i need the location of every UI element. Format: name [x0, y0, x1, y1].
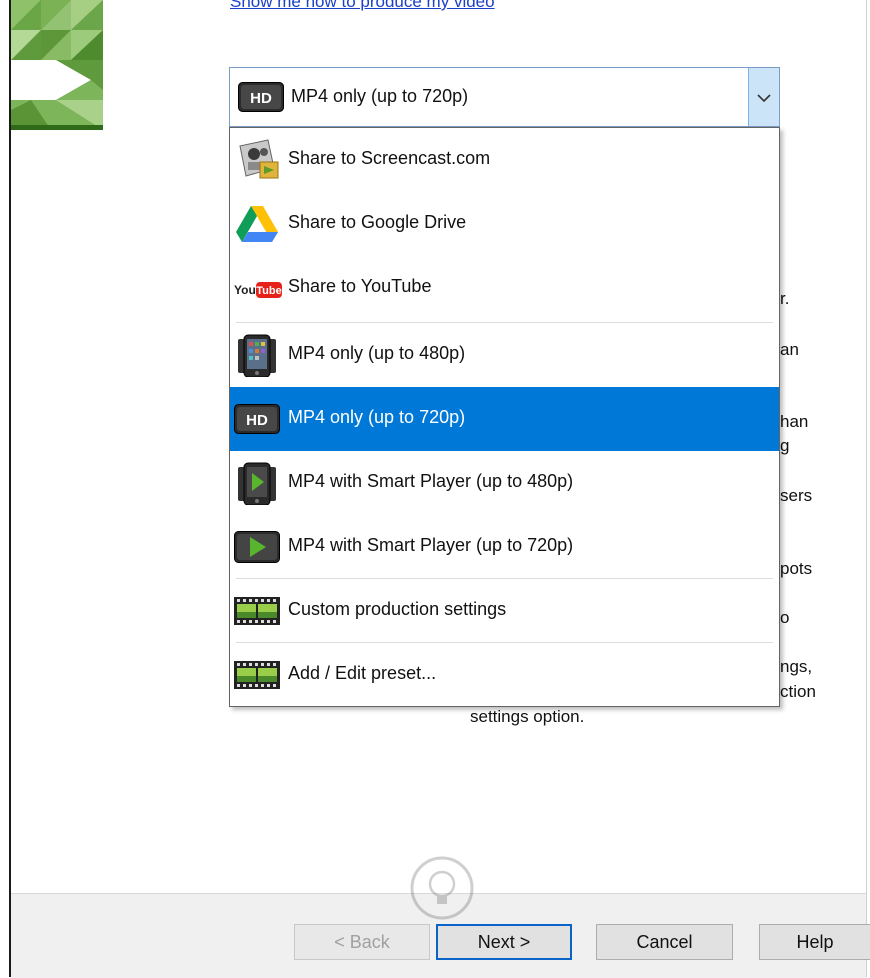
- preset-option-label: MP4 with Smart Player (up to 480p): [288, 471, 574, 491]
- next-button[interactable]: Next >: [436, 924, 572, 960]
- background-text: an: [780, 340, 799, 359]
- google-drive-icon: [234, 202, 280, 246]
- background-text: o: [780, 608, 790, 627]
- preset-option-smart-player-480p[interactable]: MP4 with Smart Player (up to 480p): [230, 451, 779, 515]
- smart-player-phone-icon: [234, 461, 280, 506]
- svg-text:HD: HD: [250, 90, 272, 107]
- preset-option-label: Custom production settings: [288, 599, 507, 619]
- preset-option-label: Share to Screencast.com: [288, 148, 491, 168]
- svg-text:You: You: [234, 283, 256, 297]
- production-wizard-window: Show me how to produce my video r. an ha…: [0, 0, 870, 978]
- preset-option-mp4-480p[interactable]: MP4 only (up to 480p): [230, 323, 779, 387]
- preset-option-label: MP4 only (up to 720p): [288, 407, 466, 427]
- background-text: ction: [780, 682, 816, 701]
- preset-option-mp4-720p[interactable]: HD MP4 only (up to 720p): [230, 387, 779, 451]
- selected-preset-value: MP4 only (up to 720p): [291, 86, 469, 106]
- background-text: settings option.: [470, 707, 585, 726]
- preset-option-smart-player-720p[interactable]: MP4 with Smart Player (up to 720p): [230, 515, 779, 579]
- svg-text:HD: HD: [246, 412, 268, 429]
- preset-option-youtube[interactable]: You Tube Share to YouTube: [230, 256, 779, 320]
- preset-dropdown-list: Share to Screencast.com Share to Google …: [229, 127, 780, 707]
- background-text: sers: [780, 486, 813, 505]
- hd-icon: HD: [234, 397, 280, 441]
- background-text: pots: [780, 559, 813, 578]
- preset-option-label: MP4 with Smart Player (up to 720p): [288, 535, 574, 555]
- hd-icon: HD: [238, 82, 284, 117]
- screencast-icon: [234, 138, 280, 182]
- chevron-down-icon: [757, 94, 771, 103]
- phone-icon: [234, 333, 280, 378]
- production-preset-select[interactable]: HD MP4 only (up to 720p): [229, 67, 780, 127]
- film-strip-icon: [234, 653, 280, 697]
- preset-option-add-edit[interactable]: Add / Edit preset...: [230, 643, 779, 707]
- window-left-border: [9, 0, 11, 977]
- watermark-logo: [408, 848, 818, 930]
- preset-option-label: MP4 only (up to 480p): [288, 343, 466, 363]
- preset-option-label: Share to Google Drive: [288, 212, 467, 232]
- preset-option-screencast[interactable]: Share to Screencast.com: [230, 128, 779, 192]
- show-me-how-link[interactable]: Show me how to produce my video: [230, 0, 495, 12]
- background-text: g: [780, 436, 790, 455]
- film-strip-icon: [234, 589, 280, 633]
- preset-option-google-drive[interactable]: Share to Google Drive: [230, 192, 779, 256]
- youtube-icon: You Tube: [234, 266, 282, 310]
- camtasia-logo: [11, 0, 103, 130]
- background-text: ngs,: [780, 657, 813, 676]
- preset-option-custom-settings[interactable]: Custom production settings: [230, 579, 779, 643]
- lightbulb-icon: [410, 856, 474, 920]
- dropdown-toggle[interactable]: [748, 68, 779, 126]
- svg-text:Tube: Tube: [256, 285, 281, 297]
- back-button[interactable]: < Back: [294, 924, 430, 960]
- smart-player-icon: [234, 525, 280, 569]
- preset-option-label: Share to YouTube: [288, 276, 432, 296]
- background-text: han: [780, 412, 809, 431]
- help-button[interactable]: Help: [759, 924, 870, 960]
- background-text: r.: [780, 289, 790, 308]
- preset-option-label: Add / Edit preset...: [288, 663, 437, 683]
- cancel-button[interactable]: Cancel: [596, 924, 733, 960]
- window-right-border: [866, 0, 867, 977]
